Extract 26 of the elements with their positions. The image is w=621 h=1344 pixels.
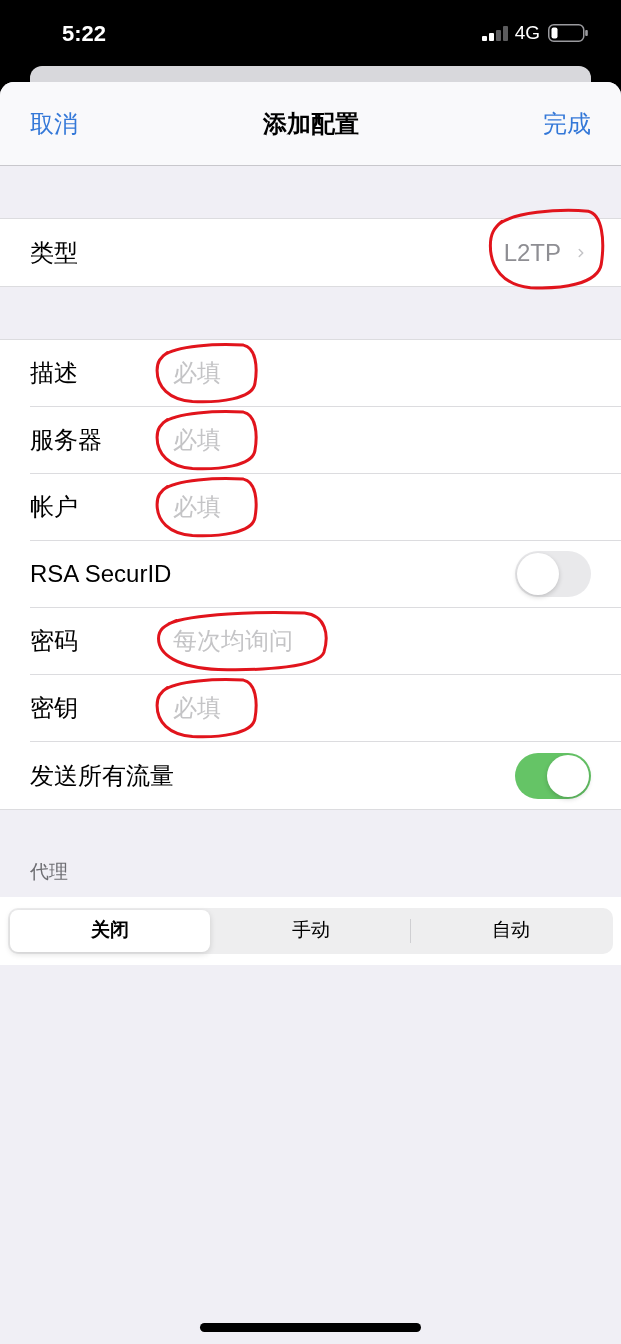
segment-tab[interactable]: 手动 bbox=[210, 909, 411, 952]
row-label: 密码 bbox=[30, 626, 79, 656]
input-field[interactable]: 必填 bbox=[173, 356, 591, 390]
segment-tab[interactable]: 关闭 bbox=[10, 909, 210, 952]
input-field[interactable]: 必填 bbox=[173, 490, 591, 524]
signal-icon bbox=[481, 25, 509, 41]
done-button[interactable]: 完成 bbox=[543, 105, 591, 142]
row-label: RSA SecurID bbox=[30, 559, 172, 589]
input-field[interactable]: 每次均询问 bbox=[173, 624, 591, 658]
row-label: 密钥 bbox=[30, 693, 79, 723]
row-label: 帐户 bbox=[30, 492, 79, 522]
network-label: 4G bbox=[514, 20, 540, 45]
input-field[interactable]: 必填 bbox=[173, 691, 591, 725]
row-label: 发送所有流量 bbox=[30, 760, 174, 791]
row-label: 服务器 bbox=[30, 425, 103, 455]
toggle-switch[interactable] bbox=[515, 551, 591, 597]
segment-tab[interactable]: 自动 bbox=[411, 909, 611, 952]
row-label: 类型 bbox=[30, 237, 78, 268]
row-label: 描述 bbox=[30, 358, 79, 388]
sheet-title: 添加配置 bbox=[262, 108, 359, 139]
cancel-button[interactable]: 取消 bbox=[30, 105, 78, 142]
input-field[interactable]: 必填 bbox=[173, 423, 591, 457]
toggle-switch[interactable] bbox=[515, 752, 591, 799]
status-time: 5:22 bbox=[62, 19, 107, 48]
section-header: 代理 bbox=[30, 861, 68, 882]
battery-icon bbox=[548, 24, 588, 42]
